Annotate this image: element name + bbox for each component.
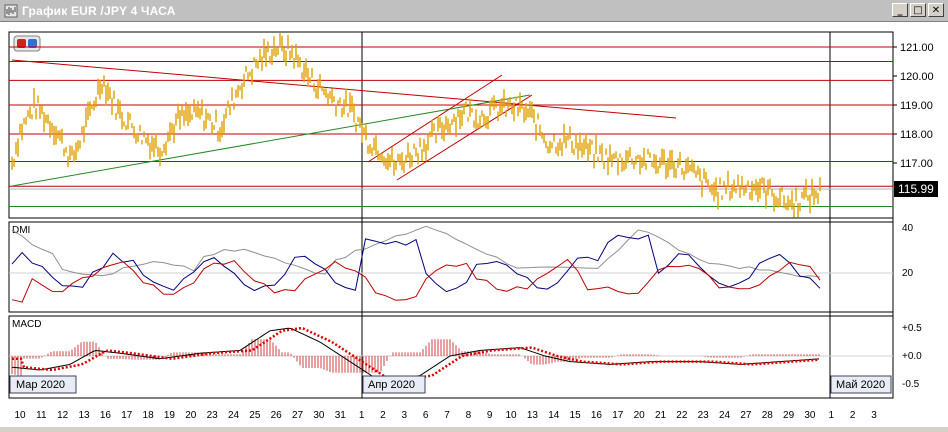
date-label: 20 — [634, 410, 646, 421]
date-label: 3 — [871, 410, 877, 421]
date-label: 16 — [591, 410, 603, 421]
date-label: 19 — [164, 410, 176, 421]
dmi-axis-label-20: 20 — [902, 268, 914, 279]
price-axis-label-2: 119.00 — [900, 100, 933, 112]
date-label: 2 — [850, 410, 856, 421]
window-titlebar: График EUR /JPY 4 ЧАСА _ □ ✕ — [0, 0, 948, 22]
price-axis-label-4: 117.00 — [900, 158, 933, 170]
date-label: 14 — [548, 410, 560, 421]
date-label: 18 — [143, 410, 155, 421]
date-label: 3 — [402, 410, 408, 421]
month-badge-may: Май 2020 — [830, 375, 892, 394]
chart-toggle-icon[interactable] — [13, 35, 41, 52]
macd-label: MACD — [12, 319, 41, 330]
date-label: 13 — [78, 410, 90, 421]
dmi-axis-label-40: 40 — [902, 223, 914, 234]
date-label: 25 — [249, 410, 261, 421]
minimize-button[interactable]: _ — [892, 3, 908, 17]
macd-axis-label-minus: -0.5 — [902, 379, 920, 390]
date-label: 17 — [121, 410, 133, 421]
svg-text:Мар 2020: Мар 2020 — [16, 379, 65, 391]
chart-area[interactable]: 121.00 120.00 119.00 118.00 117.00 115.99 DM… — [0, 22, 948, 427]
price-axis: 121.00 120.00 119.00 118.00 117.00 — [893, 42, 934, 170]
date-label: 28 — [762, 410, 774, 421]
date-label: 21 — [655, 410, 667, 421]
current-price-badge: 115.99 — [894, 181, 938, 197]
date-label: 16 — [100, 410, 112, 421]
date-label: 29 — [783, 410, 795, 421]
chart-canvas[interactable]: 121.00 120.00 119.00 118.00 117.00 115.99 DM… — [0, 22, 948, 427]
chart-window-icon — [4, 4, 18, 18]
date-label: 10 — [14, 410, 26, 421]
date-label: 27 — [292, 410, 304, 421]
date-label: 24 — [228, 410, 240, 421]
date-label: 22 — [676, 410, 688, 421]
date-label: 9 — [487, 410, 493, 421]
date-label: 12 — [57, 410, 69, 421]
date-axis: 10 11 12 13 16 17 18 19 20 23 24 25 26 27 30 31 1 2 3 6 7 8 9 1… — [14, 410, 877, 421]
date-label: 15 — [570, 410, 582, 421]
date-label: 2 — [380, 410, 386, 421]
close-button[interactable]: ✕ — [928, 3, 944, 17]
date-label: 30 — [804, 410, 816, 421]
month-badge-mar: Мар 2020 — [9, 375, 77, 394]
maximize-button[interactable]: □ — [910, 3, 926, 17]
date-label: 26 — [271, 410, 283, 421]
date-label: 13 — [527, 410, 539, 421]
date-label: 24 — [719, 410, 731, 421]
date-label: 1 — [829, 410, 835, 421]
date-label: 11 — [36, 410, 47, 421]
date-label: 23 — [207, 410, 219, 421]
date-label: 8 — [466, 410, 472, 421]
dmi-panel[interactable] — [8, 221, 894, 313]
macd-panel[interactable] — [8, 315, 894, 399]
date-label: 30 — [313, 410, 325, 421]
price-axis-label-0: 121.00 — [900, 42, 934, 54]
current-price-label: 115.99 — [898, 182, 934, 196]
dmi-label: DMI — [12, 225, 30, 236]
price-axis-label-1: 120.00 — [900, 71, 934, 83]
month-badge-apr: Апр 2020 — [362, 375, 426, 394]
date-label: 20 — [185, 410, 197, 421]
date-label: 17 — [612, 410, 624, 421]
date-label: 7 — [444, 410, 450, 421]
date-label: 6 — [423, 410, 429, 421]
date-label: 10 — [505, 410, 517, 421]
window-title: График EUR /JPY 4 ЧАСА — [22, 4, 176, 18]
svg-text:Апр 2020: Апр 2020 — [368, 379, 415, 391]
price-axis-label-3: 118.00 — [900, 129, 933, 141]
date-label: 23 — [698, 410, 710, 421]
date-label: 27 — [740, 410, 752, 421]
macd-axis-label-plus: +0.5 — [902, 323, 922, 334]
macd-axis-label-zero: +0.0 — [902, 351, 922, 362]
date-label: 1 — [359, 410, 365, 421]
date-label: 31 — [335, 410, 347, 421]
svg-text:Май 2020: Май 2020 — [836, 379, 885, 391]
